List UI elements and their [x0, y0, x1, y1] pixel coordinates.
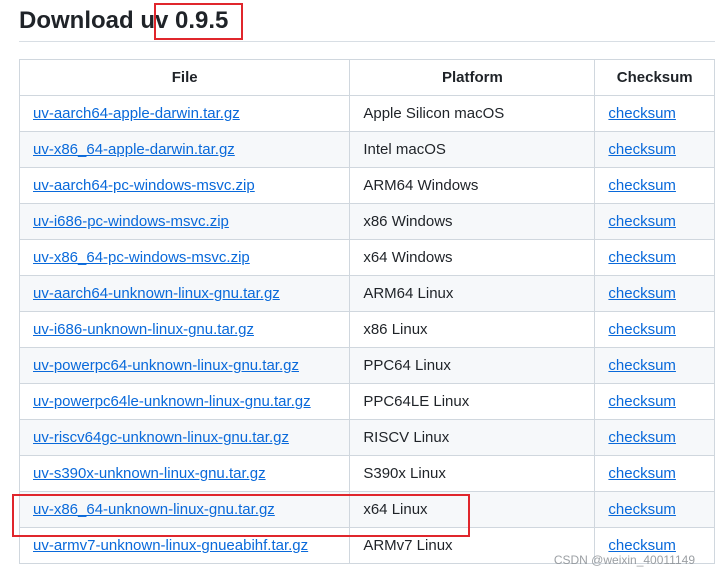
platform-cell: Apple Silicon macOS	[349, 95, 596, 132]
checksum-cell: checksum	[594, 419, 715, 456]
platform-cell: x64 Linux	[349, 491, 596, 528]
checksum-link[interactable]: checksum	[608, 105, 676, 122]
checksum-cell: checksum	[594, 131, 715, 168]
checksum-cell: checksum	[594, 311, 715, 348]
platform-cell: ARM64 Linux	[349, 275, 596, 312]
checksum-link[interactable]: checksum	[608, 465, 676, 482]
heading-divider	[19, 41, 715, 42]
checksum-link[interactable]: checksum	[608, 393, 676, 410]
table-row: uv-s390x-unknown-linux-gnu.tar.gz S390x L…	[18, 455, 715, 492]
file-cell: uv-i686-pc-windows-msvc.zip	[18, 203, 351, 240]
checksum-link[interactable]: checksum	[608, 429, 676, 446]
table-row: uv-riscv64gc-unknown-linux-gnu.tar.gz RIS…	[18, 419, 715, 456]
file-cell: uv-x86_64-unknown-linux-gnu.tar.gz	[18, 491, 351, 528]
file-column-header: File	[18, 59, 351, 96]
file-cell: uv-i686-unknown-linux-gnu.tar.gz	[18, 311, 351, 348]
file-download-link[interactable]: uv-s390x-unknown-linux-gnu.tar.gz	[33, 465, 266, 482]
platform-cell: RISCV Linux	[349, 419, 596, 456]
table-row: uv-powerpc64-unknown-linux-gnu.tar.gz PPC…	[18, 347, 715, 384]
checksum-cell: checksum	[594, 167, 715, 204]
file-download-link[interactable]: uv-powerpc64le-unknown-linux-gnu.tar.gz	[33, 393, 311, 410]
file-cell: uv-armv7-unknown-linux-gnueabihf.tar.gz	[18, 527, 351, 564]
watermark: CSDN @weixin_40011149	[553, 553, 695, 567]
file-download-link[interactable]: uv-riscv64gc-unknown-linux-gnu.tar.gz	[33, 429, 289, 446]
file-download-link[interactable]: uv-aarch64-pc-windows-msvc.zip	[33, 177, 255, 194]
table-row: uv-x86_64-unknown-linux-gnu.tar.gz x64 Li…	[18, 491, 715, 528]
release-heading: Download uv 0.9.5	[19, 7, 229, 34]
platform-cell: PPC64LE Linux	[349, 383, 596, 420]
checksum-link[interactable]: checksum	[608, 141, 676, 158]
checksum-link[interactable]: checksum	[608, 321, 676, 338]
platform-cell: x86 Linux	[349, 311, 596, 348]
file-cell: uv-riscv64gc-unknown-linux-gnu.tar.gz	[18, 419, 351, 456]
table-row: uv-i686-pc-windows-msvc.zip x86 Windows ch…	[18, 203, 715, 240]
table-row: uv-x86_64-pc-windows-msvc.zip x64 Windows…	[18, 239, 715, 276]
checksum-cell: checksum	[594, 383, 715, 420]
checksum-cell: checksum	[594, 95, 715, 132]
checksum-cell: checksum	[594, 491, 715, 528]
platform-column-header: Platform	[349, 59, 596, 96]
file-download-link[interactable]: uv-x86_64-apple-darwin.tar.gz	[33, 141, 235, 158]
checksum-link[interactable]: checksum	[608, 177, 676, 194]
table-row: uv-x86_64-apple-darwin.tar.gz Intel macOS…	[18, 131, 715, 168]
table-row: uv-aarch64-unknown-linux-gnu.tar.gz ARM64…	[18, 275, 715, 312]
checksum-link[interactable]: checksum	[608, 501, 676, 518]
table-row: uv-aarch64-pc-windows-msvc.zip ARM64 Wind…	[18, 167, 715, 204]
file-download-link[interactable]: uv-aarch64-apple-darwin.tar.gz	[33, 105, 240, 122]
file-cell: uv-aarch64-apple-darwin.tar.gz	[18, 95, 351, 132]
file-download-link[interactable]: uv-x86_64-pc-windows-msvc.zip	[33, 249, 250, 266]
downloads-table-body: uv-aarch64-apple-darwin.tar.gz Apple Sili…	[18, 95, 715, 564]
file-cell: uv-s390x-unknown-linux-gnu.tar.gz	[18, 455, 351, 492]
file-cell: uv-aarch64-pc-windows-msvc.zip	[18, 167, 351, 204]
checksum-cell: checksum	[594, 455, 715, 492]
checksum-link[interactable]: checksum	[608, 285, 676, 302]
release-downloads-page: Download uv 0.9.5 File Platform Checksum…	[0, 0, 715, 573]
table-row: uv-i686-unknown-linux-gnu.tar.gz x86 Linu…	[18, 311, 715, 348]
file-cell: uv-powerpc64le-unknown-linux-gnu.tar.gz	[18, 383, 351, 420]
file-download-link[interactable]: uv-powerpc64-unknown-linux-gnu.tar.gz	[33, 357, 299, 374]
platform-cell: ARM64 Windows	[349, 167, 596, 204]
checksum-cell: checksum	[594, 203, 715, 240]
file-download-link[interactable]: uv-i686-unknown-linux-gnu.tar.gz	[33, 321, 254, 338]
file-cell: uv-x86_64-apple-darwin.tar.gz	[18, 131, 351, 168]
table-row: uv-aarch64-apple-darwin.tar.gz Apple Sili…	[18, 95, 715, 132]
checksum-link[interactable]: checksum	[608, 357, 676, 374]
platform-cell: Intel macOS	[349, 131, 596, 168]
checksum-link[interactable]: checksum	[608, 249, 676, 266]
downloads-table: File Platform Checksum uv-aarch64-apple-…	[18, 59, 715, 564]
table-header-row: File Platform Checksum	[18, 59, 715, 96]
platform-cell: x64 Windows	[349, 239, 596, 276]
checksum-link[interactable]: checksum	[608, 537, 676, 554]
checksum-cell: checksum	[594, 347, 715, 384]
file-download-link[interactable]: uv-aarch64-unknown-linux-gnu.tar.gz	[33, 285, 280, 302]
file-download-link[interactable]: uv-x86_64-unknown-linux-gnu.tar.gz	[33, 501, 275, 518]
checksum-link[interactable]: checksum	[608, 213, 676, 230]
file-download-link[interactable]: uv-armv7-unknown-linux-gnueabihf.tar.gz	[33, 537, 308, 554]
file-cell: uv-powerpc64-unknown-linux-gnu.tar.gz	[18, 347, 351, 384]
platform-cell: x86 Windows	[349, 203, 596, 240]
file-download-link[interactable]: uv-i686-pc-windows-msvc.zip	[33, 213, 229, 230]
file-cell: uv-aarch64-unknown-linux-gnu.tar.gz	[18, 275, 351, 312]
checksum-column-header: Checksum	[594, 59, 715, 96]
table-row: uv-powerpc64le-unknown-linux-gnu.tar.gz P…	[18, 383, 715, 420]
file-cell: uv-x86_64-pc-windows-msvc.zip	[18, 239, 351, 276]
platform-cell: PPC64 Linux	[349, 347, 596, 384]
checksum-cell: checksum	[594, 275, 715, 312]
checksum-cell: checksum	[594, 239, 715, 276]
platform-cell: S390x Linux	[349, 455, 596, 492]
